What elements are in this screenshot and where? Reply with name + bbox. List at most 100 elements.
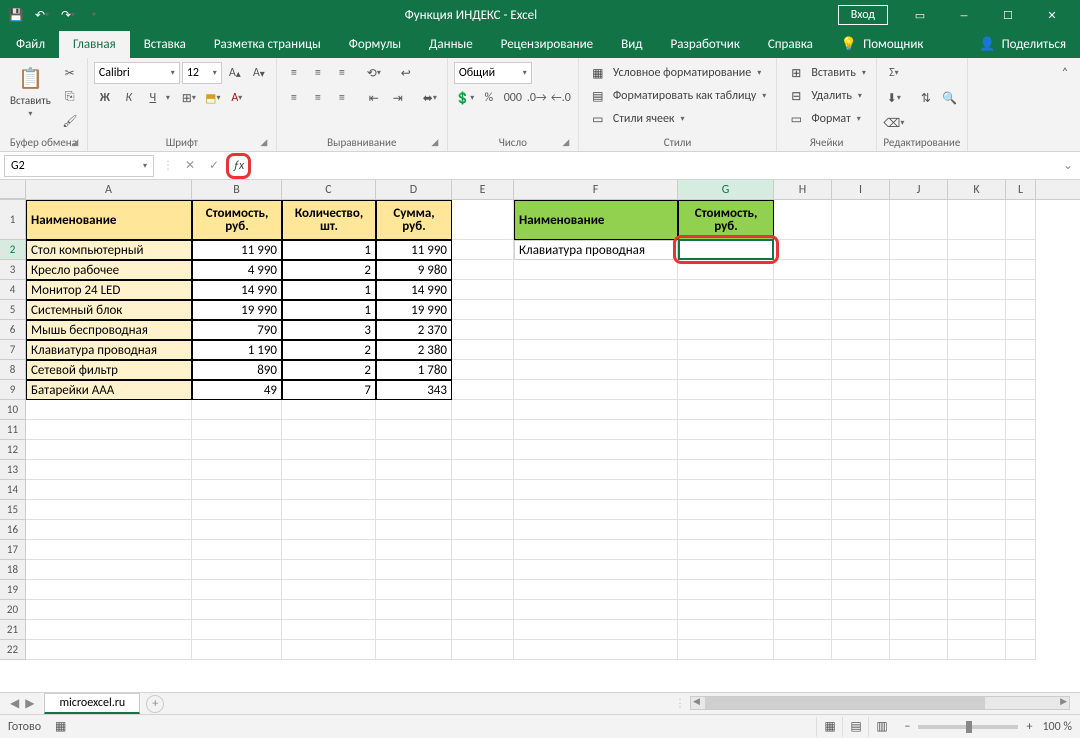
format-as-table-button[interactable]: ▤Форматировать как таблицу▾ [585,85,771,107]
cell[interactable] [948,380,1006,400]
zoom-in-icon[interactable]: + [1026,720,1032,734]
cell[interactable] [26,520,192,540]
row-header[interactable]: 14 [0,480,26,500]
cell[interactable] [890,440,948,460]
cell[interactable] [1006,360,1036,380]
percent-icon[interactable]: % [478,87,500,109]
align-right-icon[interactable]: ≡ [331,87,353,109]
cell[interactable] [1006,380,1036,400]
cell[interactable] [376,620,452,640]
cell[interactable] [890,500,948,520]
cell[interactable] [832,360,890,380]
row-header[interactable]: 4 [0,280,26,300]
row-header[interactable]: 10 [0,400,26,420]
cell[interactable] [948,300,1006,320]
cell[interactable] [678,320,774,340]
cell[interactable] [452,440,514,460]
cell[interactable]: 343 [376,380,452,400]
cell[interactable]: 1 [282,280,376,300]
cell[interactable] [514,580,678,600]
col-header[interactable]: H [774,180,832,199]
cancel-formula-icon[interactable]: ✕ [178,155,202,177]
cell[interactable] [678,240,774,260]
cell[interactable] [832,520,890,540]
tab-formulas[interactable]: Формулы [335,31,415,58]
cell[interactable]: 2 380 [376,340,452,360]
sheet-tab[interactable]: microexcel.ru [44,693,140,714]
cell[interactable] [26,480,192,500]
cell[interactable] [678,380,774,400]
cell[interactable]: Мышь беспроводная [26,320,192,340]
cell[interactable] [1006,500,1036,520]
cell[interactable]: 11 990 [376,240,452,260]
login-button[interactable]: Вход [838,5,888,25]
cell[interactable] [678,340,774,360]
cell[interactable] [192,640,282,660]
cell[interactable] [26,620,192,640]
col-header[interactable]: B [192,180,282,199]
macro-record-icon[interactable]: ▦ [55,719,66,734]
cell[interactable] [26,640,192,660]
merge-icon[interactable]: ⬌▾ [419,87,441,109]
cell[interactable]: 9 980 [376,260,452,280]
cell[interactable]: Системный блок [26,300,192,320]
cell[interactable] [1006,440,1036,460]
cell[interactable] [774,240,832,260]
wrap-text-icon[interactable]: ↩ [395,62,417,84]
cell[interactable]: 4 990 [192,260,282,280]
fill-color-icon[interactable]: ⬒▾ [202,87,224,109]
clear-icon[interactable]: ⌫▾ [883,112,905,134]
select-all-corner[interactable] [0,180,26,199]
cell[interactable] [192,600,282,620]
sort-filter-icon[interactable]: ⇅ [915,87,937,109]
cell[interactable]: 7 [282,380,376,400]
cell[interactable] [774,460,832,480]
cell[interactable] [774,600,832,620]
cell[interactable] [452,640,514,660]
cell[interactable] [514,400,678,420]
cell[interactable] [376,440,452,460]
insert-function-button[interactable]: ƒx [226,153,251,179]
cell[interactable] [890,200,948,240]
cell[interactable]: 3 [282,320,376,340]
row-header[interactable]: 20 [0,600,26,620]
cell[interactable] [1006,580,1036,600]
cell[interactable] [890,360,948,380]
cell[interactable]: Батарейки ААА [26,380,192,400]
cell[interactable] [514,460,678,480]
cell[interactable]: 1 [282,240,376,260]
cell[interactable] [514,600,678,620]
cell[interactable] [948,260,1006,280]
cell[interactable] [282,640,376,660]
cell[interactable] [948,520,1006,540]
zoom-out-icon[interactable]: − [904,720,910,734]
cell[interactable] [774,360,832,380]
cell[interactable] [26,400,192,420]
underline-button[interactable]: Ч [142,87,164,109]
cell[interactable] [774,540,832,560]
cell[interactable] [832,600,890,620]
cell[interactable] [832,460,890,480]
cell[interactable] [514,360,678,380]
align-bottom-icon[interactable]: ≡ [331,62,353,84]
cell[interactable] [832,320,890,340]
row-header[interactable]: 7 [0,340,26,360]
cell[interactable] [192,580,282,600]
cell[interactable]: 14 990 [192,280,282,300]
cell[interactable]: 14 990 [376,280,452,300]
cell[interactable] [192,420,282,440]
cell[interactable] [678,440,774,460]
row-header[interactable]: 21 [0,620,26,640]
conditional-formatting-button[interactable]: ▦Условное форматирование▾ [585,62,765,84]
cell[interactable] [948,400,1006,420]
cell[interactable] [282,520,376,540]
cell[interactable] [192,520,282,540]
cell[interactable] [948,580,1006,600]
row-header[interactable]: 11 [0,420,26,440]
launcher-icon[interactable]: ◢ [69,137,81,149]
cell[interactable] [452,580,514,600]
cell[interactable] [832,500,890,520]
col-header[interactable]: K [948,180,1006,199]
cell[interactable] [948,340,1006,360]
cell[interactable]: 11 990 [192,240,282,260]
